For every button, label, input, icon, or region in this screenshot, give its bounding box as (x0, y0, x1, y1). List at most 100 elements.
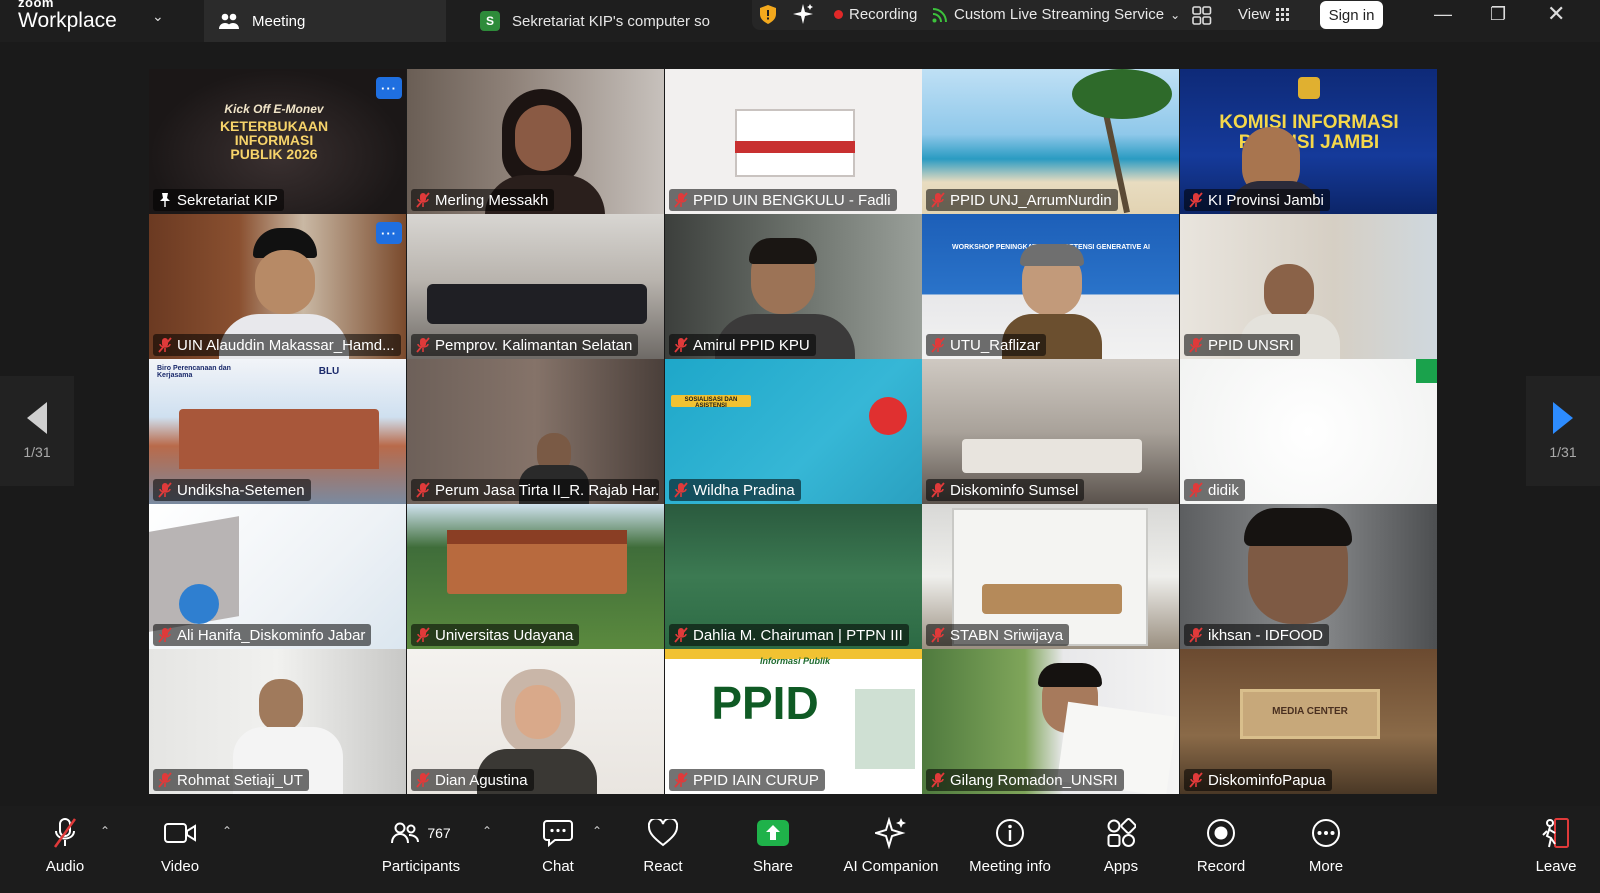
recording-label: Recording (849, 6, 918, 23)
video-tile[interactable]: Universitas Udayana (407, 504, 664, 649)
react-button[interactable]: React (640, 816, 686, 875)
react-label: React (643, 858, 683, 875)
apps-label: Apps (1103, 858, 1139, 875)
video-tile[interactable]: Pemprov. Kalimantan Selatan (407, 214, 664, 359)
mic-off-icon (1189, 482, 1203, 498)
close-icon[interactable]: ✕ (1547, 1, 1565, 27)
video-button[interactable]: Video (158, 816, 202, 875)
chat-button[interactable]: Chat (538, 816, 578, 875)
apps-button[interactable]: Apps (1100, 816, 1142, 875)
video-tile[interactable]: STABN Sriwijaya (922, 504, 1179, 649)
meeting-status-bar: Recording Custom Live Streaming Service … (752, 0, 1382, 30)
tile-more-button[interactable]: ··· (376, 77, 402, 99)
video-tile[interactable]: SOSIALISASI DAN ASISTENSI Wildha Pradina (665, 359, 922, 504)
participant-name: Universitas Udayana (411, 624, 580, 646)
participants-options-caret[interactable]: ⌃ (482, 824, 492, 838)
no-sign-icon (869, 397, 907, 435)
video-tile[interactable]: Perum Jasa Tirta II_R. Rajab Har... (407, 359, 664, 504)
video-tile[interactable]: Biro Perencanaan dan Kerjasama BLU Undik… (149, 359, 406, 504)
app-logo: zoom Workplace (18, 0, 117, 31)
page-indicator: 1/31 (1549, 444, 1577, 460)
mic-off-icon (1189, 337, 1203, 353)
video-tile[interactable]: didik (1180, 359, 1437, 504)
participants-count: 767 (427, 825, 451, 841)
video-tile[interactable]: ··· UIN Alauddin Makassar_Hamd... (149, 214, 406, 359)
shield-icon[interactable] (760, 5, 776, 24)
more-button[interactable]: More (1306, 816, 1346, 875)
record-button[interactable]: Record (1196, 816, 1246, 875)
video-tile[interactable]: Dian Agustina (407, 649, 664, 794)
video-tile[interactable]: Merling Messakh (407, 69, 664, 214)
audio-button[interactable]: Audio (40, 816, 90, 875)
minimize-icon[interactable]: — (1434, 4, 1452, 25)
palm-leaves (1072, 69, 1172, 119)
video-tile[interactable]: Diskominfo Sumsel (922, 359, 1179, 504)
chat-options-caret[interactable]: ⌃ (592, 824, 602, 838)
gallery-grid-icon[interactable] (1192, 6, 1212, 25)
participant-name: STABN Sriwijaya (926, 624, 1070, 646)
tab-shared-screen[interactable]: S Sekretariat KIP's computer so (462, 0, 748, 42)
recording-indicator[interactable]: Recording (834, 6, 917, 23)
mic-off-icon (1189, 627, 1203, 643)
meeting-info-button[interactable]: Meeting info (965, 816, 1055, 875)
apps-icon (1107, 818, 1136, 847)
mic-off-icon (674, 192, 688, 208)
video-tile[interactable]: PPID UNJ_ArrumNurdin (922, 69, 1179, 214)
arrow-right-icon (1553, 402, 1573, 434)
more-icon (1312, 819, 1340, 847)
participant-hair (1038, 663, 1102, 687)
mic-off-icon (416, 482, 430, 498)
video-tile[interactable]: ikhsan - IDFOOD (1180, 504, 1437, 649)
participant-name: UIN Alauddin Makassar_Hamd... (153, 334, 401, 356)
video-tile[interactable]: Gilang Romadon_UNSRI (922, 649, 1179, 794)
emblem-icon (1298, 77, 1320, 99)
ai-companion-label: AI Companion (843, 858, 939, 875)
title-bar: zoom Workplace ⌄ Meeting S Sekretariat K… (0, 0, 1600, 42)
video-tile[interactable]: PPID UNSRI (1180, 214, 1437, 359)
next-page-button[interactable]: 1/31 (1526, 376, 1600, 486)
mic-off-icon (158, 772, 172, 788)
mic-off-icon (931, 337, 945, 353)
camera-icon (164, 823, 196, 843)
sparkle-icon[interactable] (792, 3, 814, 25)
meeting-table (982, 584, 1122, 614)
video-options-caret[interactable]: ⌃ (222, 824, 232, 838)
video-tile[interactable]: PPID UIN BENGKULU - Fadli (665, 69, 922, 214)
prev-page-button[interactable]: 1/31 (0, 376, 74, 486)
participants-button[interactable]: 767 Participants (380, 816, 462, 875)
share-button[interactable]: Share (750, 816, 796, 875)
leave-button[interactable]: Leave (1534, 816, 1578, 875)
video-tile[interactable]: Informasi Publik PPID PPID IAIN CURUP (665, 649, 922, 794)
participant-name: Wildha Pradina (669, 479, 801, 501)
participant-face (515, 105, 571, 171)
chevron-down-icon[interactable]: ⌄ (152, 8, 164, 25)
sign-in-button[interactable]: Sign in (1320, 1, 1383, 29)
tile-more-button[interactable]: ··· (376, 222, 402, 244)
audio-label: Audio (45, 858, 85, 875)
video-tile[interactable]: MEDIA CENTER DiskominfoPapua (1180, 649, 1437, 794)
video-tile[interactable]: KOMISI INFORMASI PR ISI JAMBI KI Provins… (1180, 69, 1437, 214)
video-tile[interactable]: Rohmat Setiaji_UT (149, 649, 406, 794)
restore-icon[interactable]: ❐ (1490, 4, 1506, 25)
video-tile[interactable]: Dahlia M. Chairuman | PTPN III (665, 504, 922, 649)
view-button[interactable]: View (1238, 6, 1290, 23)
live-streaming-indicator[interactable]: Custom Live Streaming Service ⌄ (932, 6, 1180, 23)
mic-off-icon (416, 337, 430, 353)
video-tile[interactable]: Kick Off E-Monev KETERBUKAAN INFORMASI P… (149, 69, 406, 214)
participant-name: ikhsan - IDFOOD (1184, 624, 1330, 646)
participant-face (255, 250, 315, 314)
video-tile[interactable]: WORKSHOP PENINGKATAN KOMPETENSI GENERATI… (922, 214, 1179, 359)
record-dot-icon (834, 10, 843, 19)
video-tile[interactable]: Ali Hanifa_Diskominfo Jabar (149, 504, 406, 649)
participant-name: Amirul PPID KPU (669, 334, 816, 356)
participant-name: Perum Jasa Tirta II_R. Rajab Har... (411, 479, 659, 501)
mic-off-icon (931, 482, 945, 498)
audio-options-caret[interactable]: ⌃ (100, 824, 110, 838)
video-tile[interactable]: Amirul PPID KPU (665, 214, 922, 359)
participant-name: didik (1184, 479, 1245, 501)
tab-meeting[interactable]: Meeting (204, 0, 446, 42)
mic-off-icon (1189, 192, 1203, 208)
ai-companion-button[interactable]: AI Companion (842, 816, 940, 875)
building-illustration (855, 689, 915, 769)
meeting-table (962, 439, 1142, 473)
